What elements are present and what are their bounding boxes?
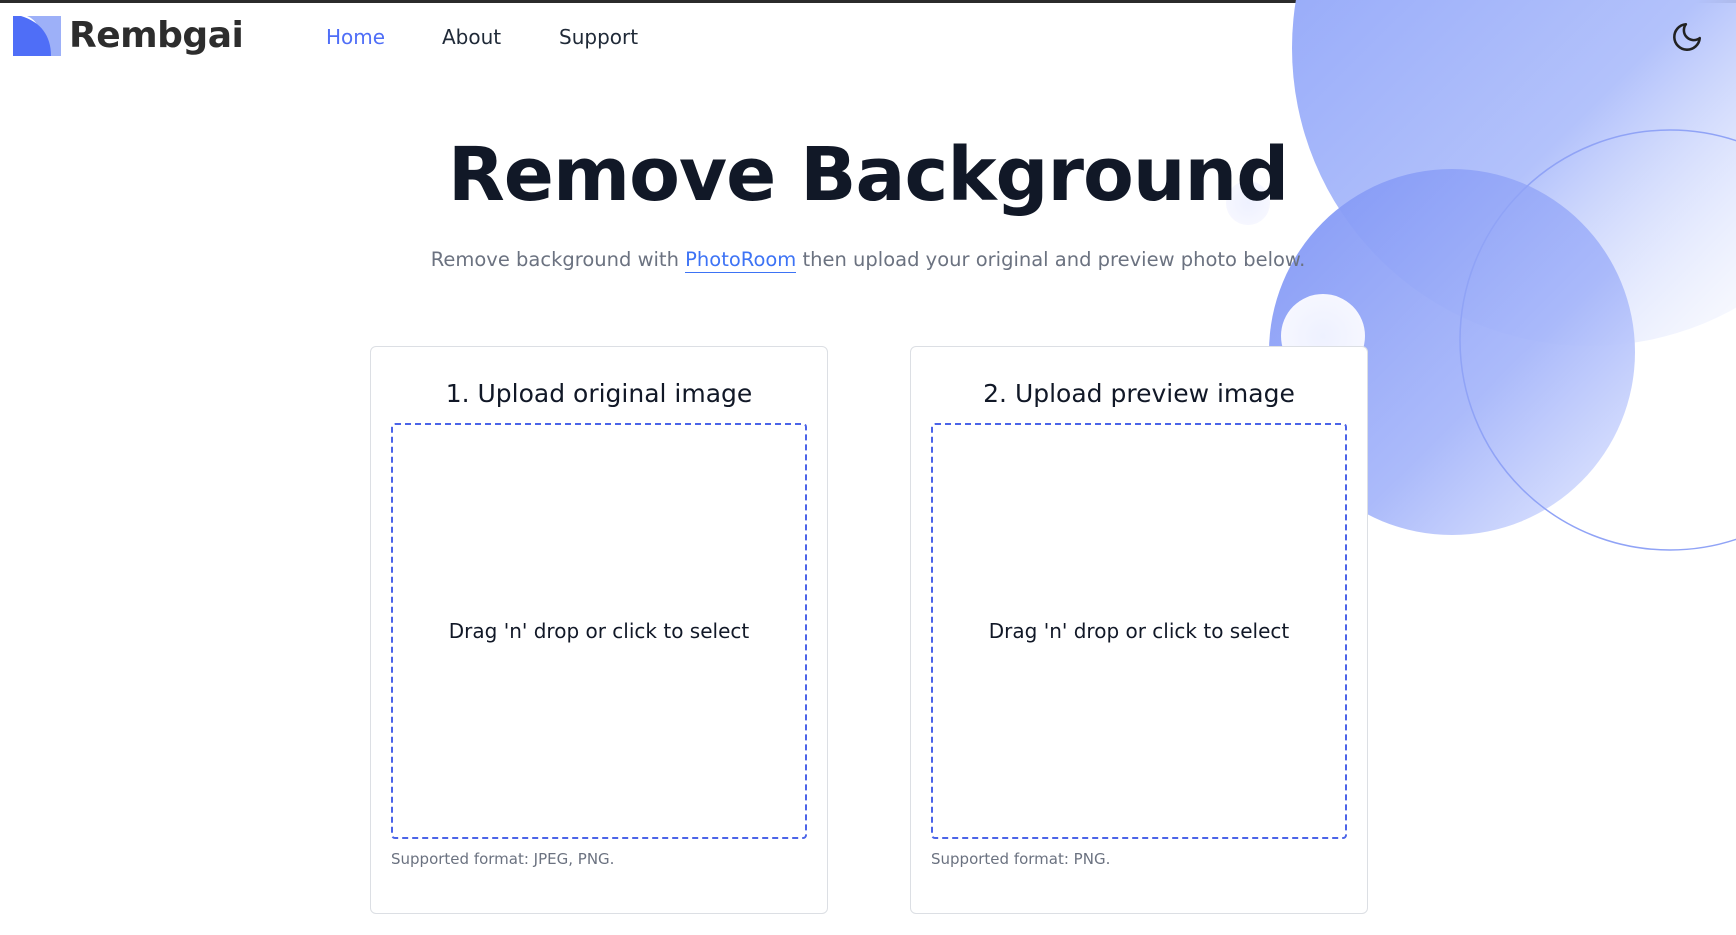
logo-icon [13, 16, 61, 56]
dropzone-label: Drag 'n' drop or click to select [448, 619, 750, 643]
nav-home[interactable]: Home [326, 22, 385, 52]
supported-format-note: Supported format: PNG. [931, 850, 1111, 868]
dropzone-label: Drag 'n' drop or click to select [988, 619, 1290, 643]
subtitle-text-before: Remove background with [430, 248, 686, 271]
nav-about[interactable]: About [442, 22, 501, 52]
brand[interactable]: Rembgai [13, 14, 244, 58]
brand-name: Rembgai [69, 15, 244, 56]
supported-format-note: Supported format: JPEG, PNG. [391, 850, 615, 868]
photoroom-link[interactable]: PhotoRoom [685, 248, 797, 273]
moon-icon [1673, 22, 1702, 51]
upload-preview-dropzone[interactable]: Drag 'n' drop or click to select [931, 423, 1347, 839]
subtitle-text-after: then upload your original and preview ph… [796, 248, 1306, 271]
upload-preview-card: 2. Upload preview image Drag 'n' drop or… [910, 346, 1368, 914]
upload-original-title: 1. Upload original image [445, 379, 753, 408]
upload-preview-title: 2. Upload preview image [983, 379, 1295, 408]
upload-original-card: 1. Upload original image Drag 'n' drop o… [370, 346, 828, 914]
theme-toggle-button[interactable] [1670, 20, 1704, 54]
page-title: Remove Background [447, 132, 1289, 218]
top-border [0, 0, 1736, 3]
page-subtitle: Remove background with PhotoRoom then up… [0, 246, 1736, 274]
nav-support[interactable]: Support [559, 22, 638, 52]
upload-original-dropzone[interactable]: Drag 'n' drop or click to select [391, 423, 807, 839]
